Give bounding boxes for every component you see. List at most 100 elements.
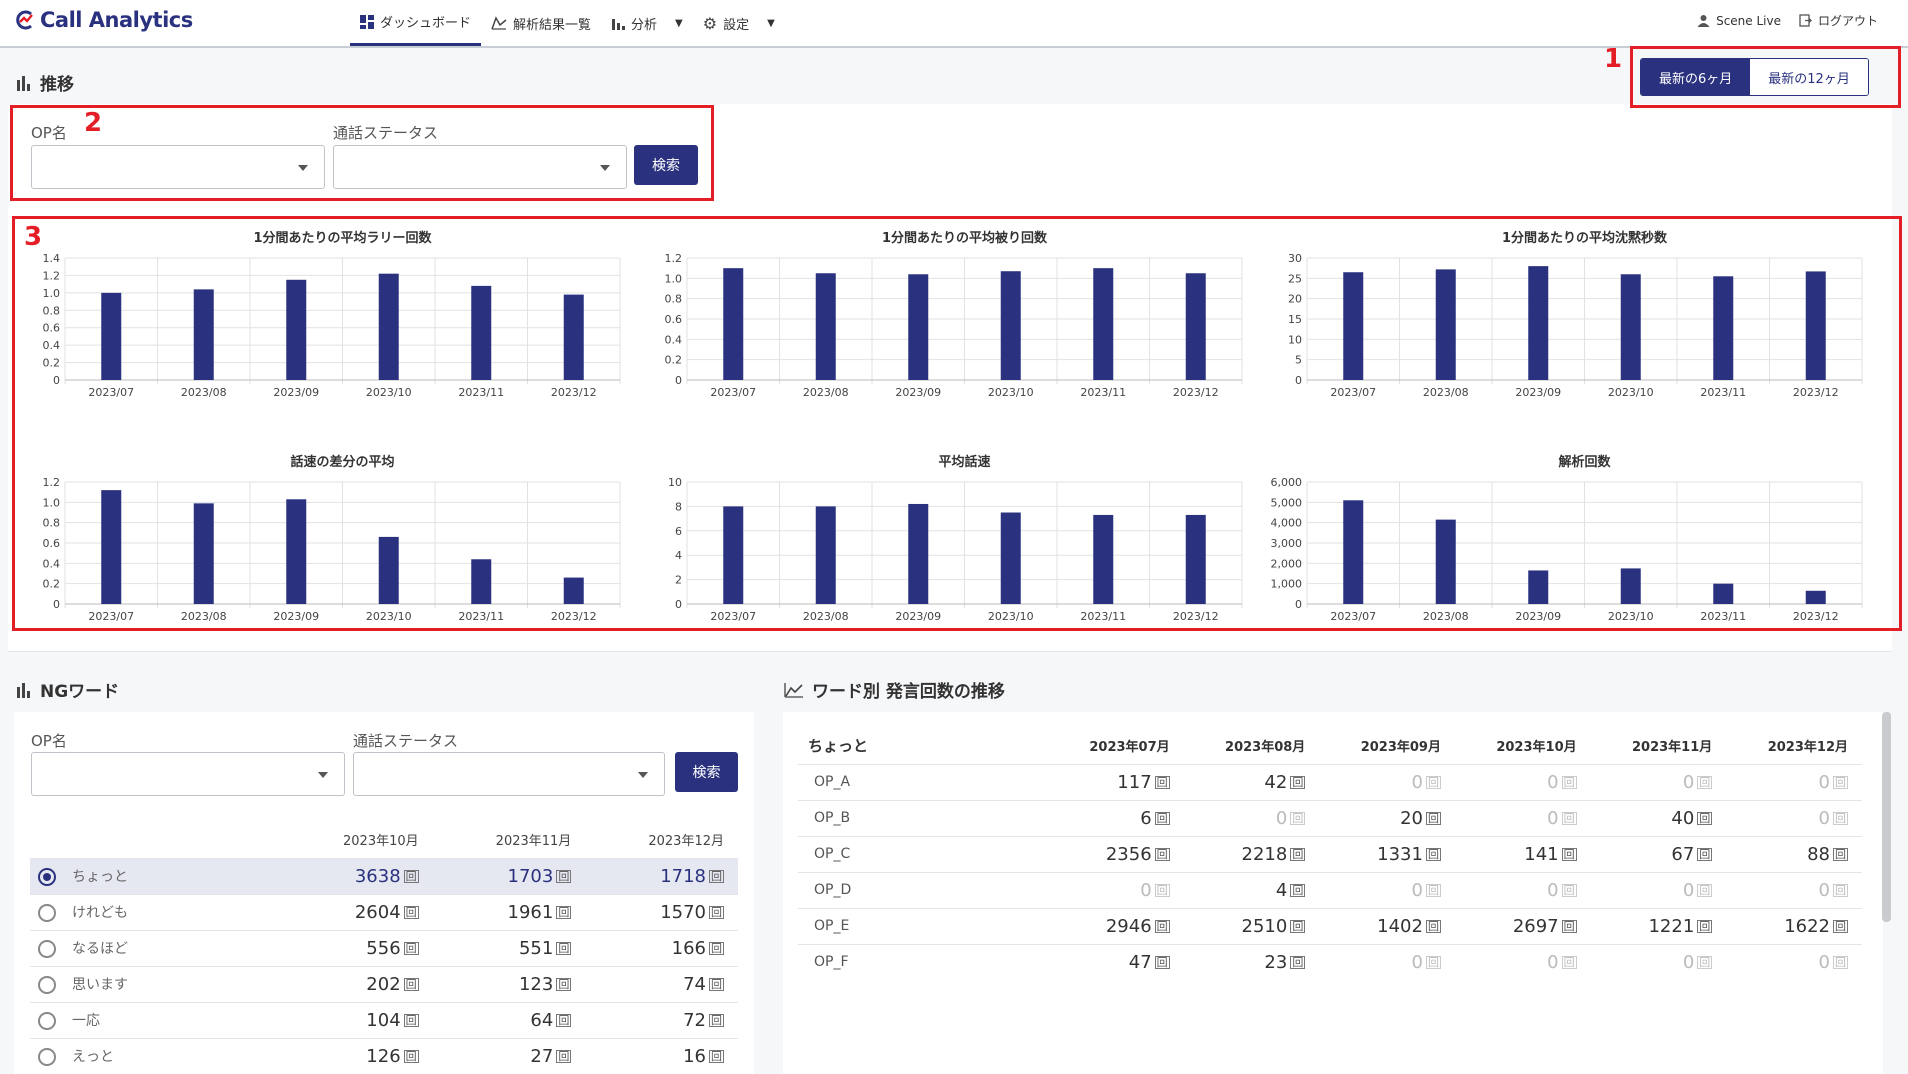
word-count-value: 67: [1671, 843, 1695, 865]
radio-button[interactable]: [38, 940, 56, 958]
y-tick-label: 0.8: [43, 517, 61, 530]
ng-word-cell[interactable]: 一応: [30, 1001, 280, 1038]
logout-button[interactable]: ログアウト: [1799, 12, 1878, 29]
chart-svg: 話速の差分の平均 0 0.2 0.4 0.6 0.8 1.0 1.2 2023/07 2023/0…: [43, 454, 621, 623]
y-tick-label: 8: [675, 500, 682, 513]
ng-table-row[interactable]: 一応 104 回 64 回 72 回: [30, 1001, 738, 1038]
period-6-months-button[interactable]: 最新の6ヶ月: [1641, 59, 1751, 95]
chart-bar[interactable]: [1528, 266, 1549, 380]
word-count-cell: 0回: [1590, 943, 1727, 980]
call-status-select[interactable]: [333, 145, 627, 189]
word-header-month: 2023年12月: [1726, 728, 1862, 765]
count-unit: 回: [1425, 884, 1441, 897]
chart-bar[interactable]: [563, 577, 584, 604]
chart-bar[interactable]: [1093, 514, 1114, 604]
chart-bar[interactable]: [1000, 512, 1021, 605]
app-logo[interactable]: Call Analytics: [14, 8, 193, 32]
y-tick-label: 0: [675, 374, 682, 387]
trend-search-button[interactable]: 検索: [634, 145, 698, 185]
op-name-cell: OP_D: [798, 871, 1048, 908]
chart-bar[interactable]: [1805, 590, 1826, 604]
radio-button[interactable]: [38, 976, 56, 994]
ng-call-status-select[interactable]: [353, 752, 665, 796]
nav-settings[interactable]: ⚙ 設定 ▼: [693, 0, 785, 46]
ng-word-cell[interactable]: なるほど: [30, 929, 280, 966]
chart-bar[interactable]: [101, 490, 122, 604]
chart-bar[interactable]: [1713, 276, 1734, 380]
word-count-value: 1402: [1377, 915, 1423, 937]
y-tick-label: 2,000: [1271, 557, 1303, 570]
chart-bar[interactable]: [1713, 583, 1734, 604]
nav-analysis[interactable]: 分析 ▼: [601, 0, 693, 46]
x-tick-label: 2023/09: [1515, 386, 1561, 399]
chart-bar[interactable]: [378, 273, 399, 380]
period-12-months-button[interactable]: 最新の12ヶ月: [1750, 59, 1868, 95]
chart-bar[interactable]: [286, 279, 307, 380]
count-unit: 回: [403, 1050, 419, 1064]
chart-bar[interactable]: [1343, 500, 1364, 604]
chart-bar[interactable]: [286, 499, 307, 604]
chart-bar[interactable]: [908, 503, 929, 604]
radio-button[interactable]: [38, 1012, 56, 1030]
radio-button[interactable]: [38, 1048, 56, 1067]
ng-word-cell[interactable]: 思います: [30, 965, 280, 1002]
chart-bar[interactable]: [193, 503, 214, 604]
word-count-value: 0: [1682, 951, 1695, 973]
x-tick-label: 2023/12: [1793, 386, 1839, 399]
chart-bar[interactable]: [1435, 269, 1456, 380]
y-tick-label: 1.0: [43, 496, 61, 509]
chart-bar[interactable]: [1185, 514, 1206, 604]
y-tick-label: 0.4: [665, 333, 683, 346]
user-menu[interactable]: Scene Live: [1697, 14, 1781, 28]
op-name-select[interactable]: [31, 145, 325, 189]
ng-table-row[interactable]: けれども 2604 回 1961 回 1570 回: [30, 893, 738, 930]
chart-bar[interactable]: [1620, 568, 1641, 604]
chart-bar[interactable]: [1435, 519, 1456, 604]
call-status-label: 通話ステータス: [333, 124, 439, 142]
nav-results[interactable]: 解析結果一覧: [481, 0, 601, 46]
y-tick-label: 6,000: [1271, 476, 1303, 489]
chart-bar[interactable]: [1093, 268, 1114, 380]
ng-word-cell[interactable]: ちょっと: [30, 857, 280, 894]
ng-table-row[interactable]: えっと 126 回 27 回 16 回: [30, 1037, 738, 1074]
chart-bar[interactable]: [815, 506, 836, 604]
chart-bar[interactable]: [1343, 272, 1364, 380]
word-count-cell: 0回: [1319, 943, 1455, 980]
radio-button[interactable]: [38, 868, 56, 886]
ng-word-cell[interactable]: けれども: [30, 893, 280, 930]
x-tick-label: 2023/08: [803, 610, 849, 623]
chart-bar[interactable]: [471, 559, 492, 604]
chart-bar[interactable]: [471, 285, 492, 380]
chart-bar[interactable]: [1620, 274, 1641, 380]
chart-bar[interactable]: [1000, 271, 1021, 380]
word-count-value: 6: [1140, 807, 1152, 829]
chart-bar[interactable]: [723, 506, 744, 604]
ng-search-button[interactable]: 検索: [675, 752, 738, 792]
chart-bar[interactable]: [815, 273, 836, 380]
ng-table-row[interactable]: 思います 202 回 123 回 74 回: [30, 965, 738, 1002]
chart-bar[interactable]: [1528, 570, 1549, 604]
ng-table-row[interactable]: なるほど 556 回 551 回 166 回: [30, 929, 738, 966]
chart-bar[interactable]: [1185, 273, 1206, 380]
count-unit: 回: [1154, 884, 1170, 897]
word-count-cell: 1402 回: [1319, 907, 1455, 944]
word-trend-title: ワード別 発言回数の推移: [812, 682, 1005, 702]
chart-bar[interactable]: [563, 294, 584, 380]
chart-bar[interactable]: [723, 268, 744, 380]
ng-op-name-select[interactable]: [31, 752, 345, 796]
word-trend-scrollbar[interactable]: [1882, 712, 1891, 922]
chart-bar[interactable]: [908, 274, 929, 380]
ng-header-month: 2023年11月: [495, 834, 572, 850]
nav-dashboard[interactable]: ダッシュボード: [350, 0, 482, 46]
radio-button[interactable]: [38, 904, 56, 922]
ng-word-cell[interactable]: えっと: [30, 1037, 280, 1074]
ng-table-row[interactable]: ちょっと 3638 回 1703 回 1718 回: [30, 857, 738, 894]
chart-bar[interactable]: [193, 289, 214, 380]
word-count-value: 141: [1524, 843, 1559, 865]
x-tick-label: 2023/11: [1700, 610, 1746, 623]
chart-bar[interactable]: [378, 536, 399, 604]
chart-bar[interactable]: [1805, 271, 1826, 380]
word-count-value: 2697: [1512, 915, 1559, 937]
chart-bar[interactable]: [101, 292, 122, 380]
ng-count-value: 1718: [660, 865, 706, 887]
